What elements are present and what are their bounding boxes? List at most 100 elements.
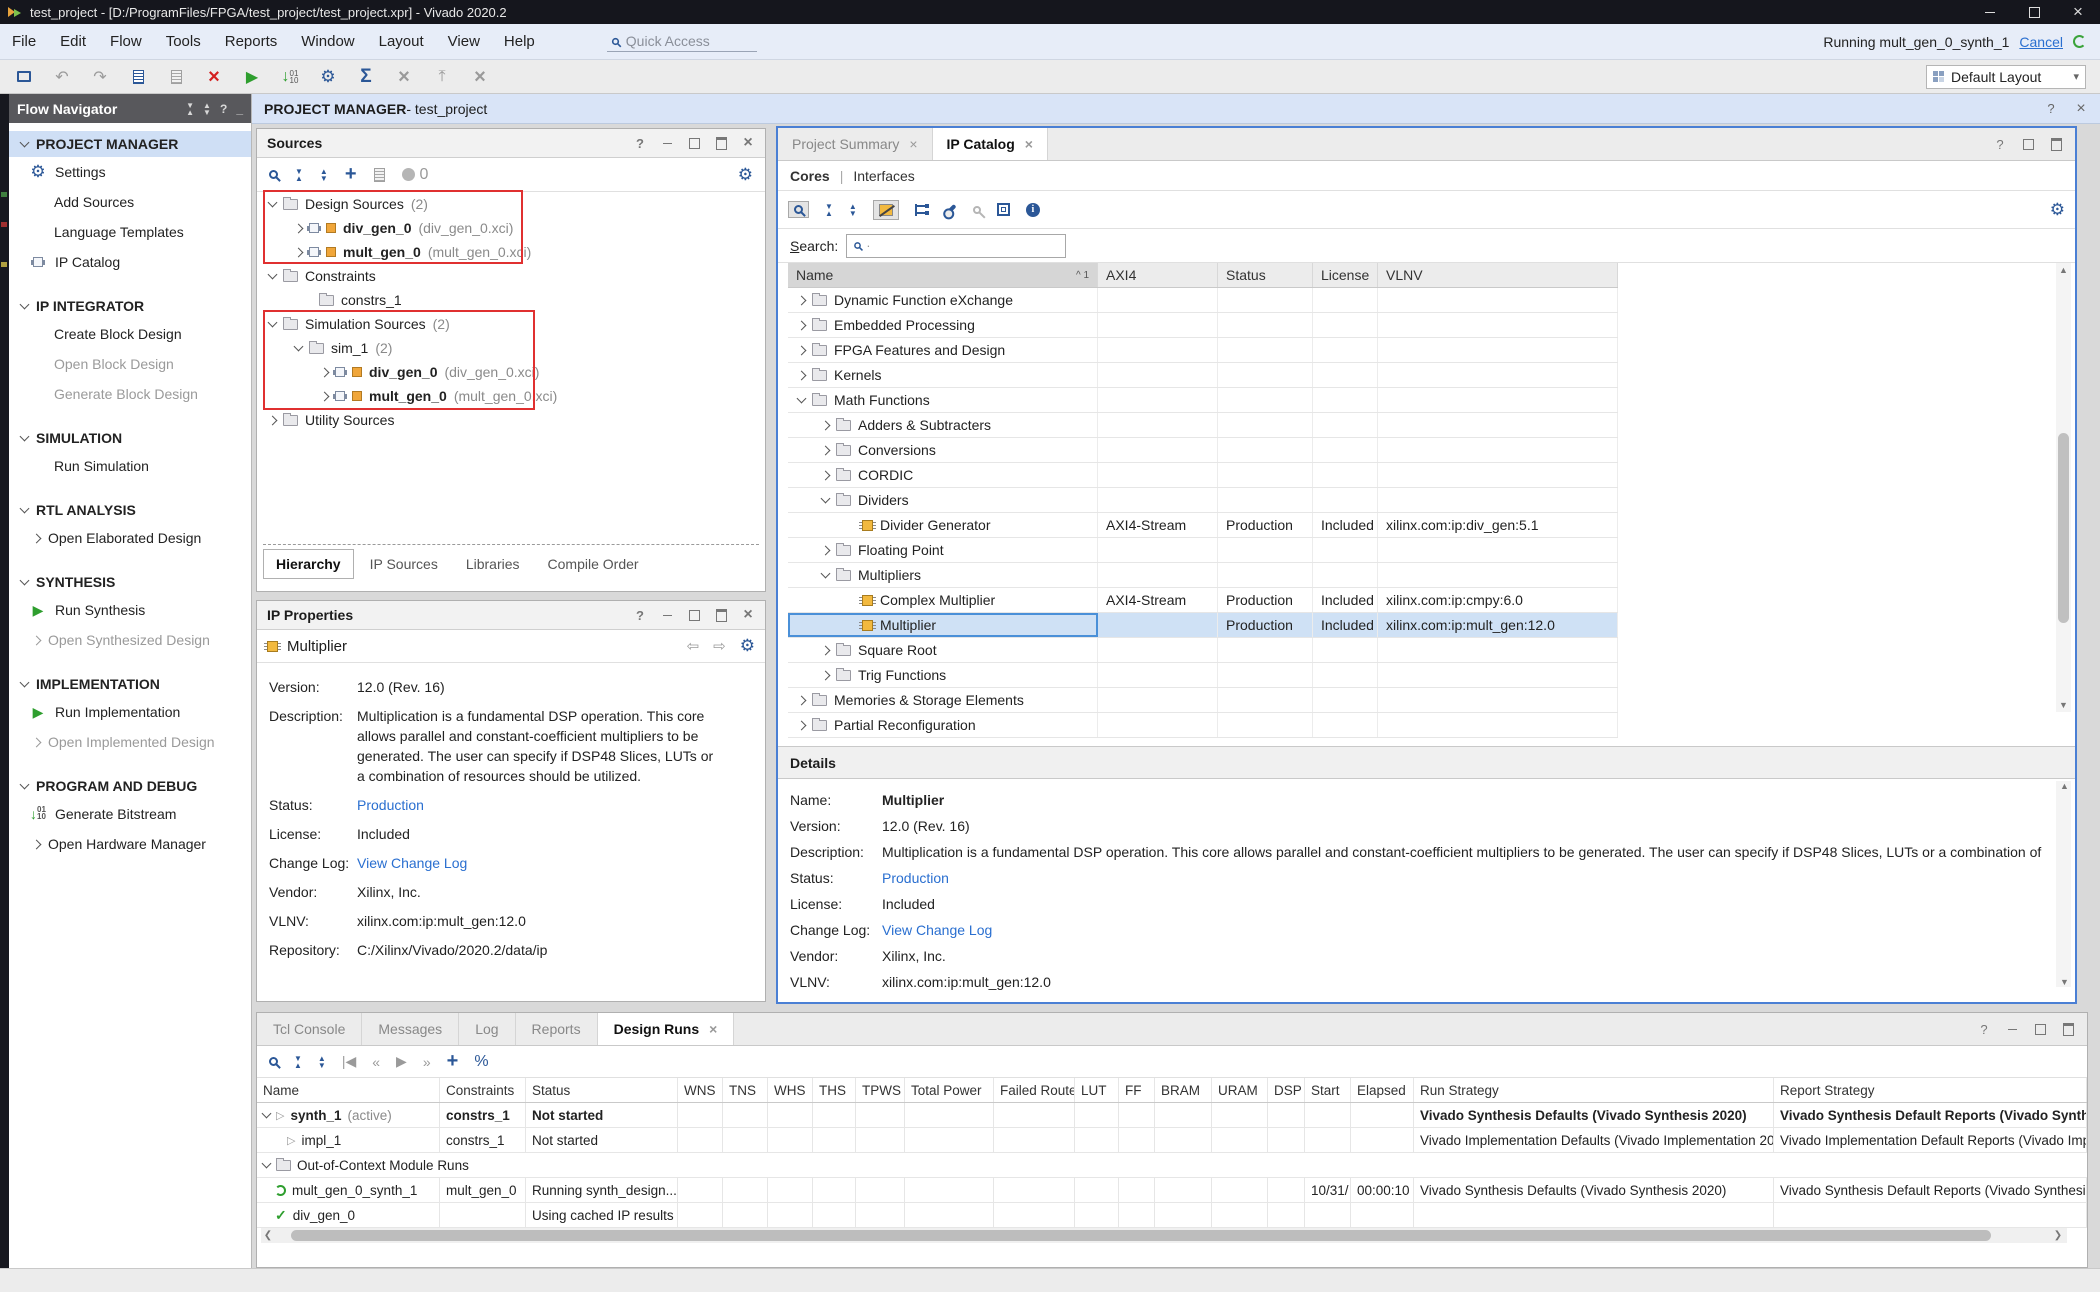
col-report-strategy[interactable]: Report Strategy: [1774, 1078, 2087, 1102]
catalog-row-memories[interactable]: Memories & Storage Elements: [788, 688, 1618, 713]
scroll-right-icon[interactable]: ❯: [2051, 1230, 2065, 1241]
maximize-icon[interactable]: [687, 136, 701, 150]
tab-reports[interactable]: Reports: [516, 1013, 598, 1045]
undo-button[interactable]: ↶: [50, 65, 74, 89]
float-icon[interactable]: [714, 608, 728, 622]
col-failed-routes[interactable]: Failed Routes: [994, 1078, 1075, 1102]
first-run-button[interactable]: |◀: [342, 1053, 356, 1070]
scrollbar-thumb[interactable]: [2058, 433, 2069, 623]
close-icon[interactable]: [2074, 102, 2088, 116]
settings-button[interactable]: ⚙: [316, 65, 340, 89]
col-run-strategy[interactable]: Run Strategy: [1414, 1078, 1774, 1102]
col-dsp[interactable]: DSP: [1268, 1078, 1305, 1102]
catalog-row-multipliers[interactable]: Multipliers: [788, 563, 1618, 588]
column-status[interactable]: Status: [1218, 263, 1313, 287]
collapse-all-button[interactable]: ▼▲: [825, 203, 833, 217]
subtab-interfaces[interactable]: Interfaces: [853, 168, 914, 184]
chevron-right-icon[interactable]: [797, 320, 807, 330]
help-icon[interactable]: [2044, 102, 2058, 116]
collapse-all-button[interactable]: ▼▲: [295, 168, 303, 182]
fn-item-add-sources[interactable]: Add Sources: [9, 187, 251, 217]
catalog-row-square-root[interactable]: Square Root: [788, 638, 1618, 663]
run-row-impl-1[interactable]: ▷impl_1 constrs_1 Not started Vivado Imp…: [257, 1128, 2087, 1153]
search-button[interactable]: [269, 1057, 278, 1066]
float-icon[interactable]: [2061, 1022, 2075, 1036]
fn-item-run-implementation[interactable]: ▶Run Implementation: [9, 697, 251, 727]
catalog-row-dfx[interactable]: Dynamic Function eXchange: [788, 288, 1618, 313]
fn-item-open-hardware-manager[interactable]: Open Hardware Manager: [9, 829, 251, 859]
col-elapsed[interactable]: Elapsed: [1351, 1078, 1414, 1102]
tab-libraries[interactable]: Libraries: [454, 550, 532, 578]
chevron-down-icon[interactable]: [268, 270, 278, 280]
fn-item-settings[interactable]: ⚙Settings: [9, 157, 251, 187]
catalog-row-cordic[interactable]: CORDIC: [788, 463, 1618, 488]
ip-search-input[interactable]: ·: [846, 234, 1066, 258]
report-button[interactable]: [126, 65, 150, 89]
menu-file[interactable]: File: [0, 29, 48, 54]
generate-bitstream-button[interactable]: ↓0110: [278, 65, 302, 89]
forward-arrow-icon[interactable]: ⇨: [713, 637, 726, 655]
close-button[interactable]: [2056, 0, 2100, 24]
col-total-power[interactable]: Total Power: [905, 1078, 994, 1102]
scrollbar-thumb[interactable]: [291, 1230, 1991, 1241]
catalog-row-fpga-features[interactable]: FPGA Features and Design: [788, 338, 1618, 363]
column-license[interactable]: License: [1313, 263, 1378, 287]
fn-item-run-synthesis[interactable]: ▶Run Synthesis: [9, 595, 251, 625]
close-icon[interactable]: [741, 608, 755, 622]
menu-flow[interactable]: Flow: [98, 29, 154, 54]
tab-hierarchy[interactable]: Hierarchy: [263, 549, 354, 579]
device-button[interactable]: [997, 203, 1010, 216]
chevron-right-icon[interactable]: [821, 670, 831, 680]
col-ff[interactable]: FF: [1119, 1078, 1155, 1102]
search-button[interactable]: [269, 170, 278, 179]
col-wns[interactable]: WNS: [678, 1078, 723, 1102]
tree-item-sim-mult-gen-0[interactable]: mult_gen_0(mult_gen_0.xci): [257, 384, 765, 408]
back-arrow-icon[interactable]: ⇦: [687, 637, 700, 655]
tab-design-runs[interactable]: Design Runs×: [598, 1013, 735, 1045]
scroll-up-icon[interactable]: ▲: [2060, 781, 2069, 791]
close-icon[interactable]: ×: [709, 1021, 717, 1037]
tab-log[interactable]: Log: [459, 1013, 515, 1045]
tree-item-design-sources[interactable]: Design Sources(2): [257, 192, 765, 216]
catalog-row-trig-functions[interactable]: Trig Functions: [788, 663, 1618, 688]
expand-all-button[interactable]: ▲▼: [320, 168, 328, 182]
maximize-icon[interactable]: [2021, 137, 2035, 151]
chevron-right-icon[interactable]: [320, 391, 330, 401]
fn-item-create-block-design[interactable]: Create Block Design: [9, 319, 251, 349]
catalog-row-divider-generator[interactable]: Divider GeneratorAXI4-StreamProductionIn…: [788, 513, 1618, 538]
fn-section-rtl-analysis[interactable]: RTL ANALYSIS: [9, 497, 251, 523]
disabled-x-button[interactable]: ×: [392, 65, 416, 89]
menu-help[interactable]: Help: [492, 29, 547, 54]
expand-all-button[interactable]: ▲▼: [849, 203, 857, 217]
license-key-button[interactable]: [973, 206, 981, 214]
col-bram[interactable]: BRAM: [1155, 1078, 1212, 1102]
menu-layout[interactable]: Layout: [367, 29, 436, 54]
collapse-all-button[interactable]: ▼▲: [294, 1055, 302, 1069]
fn-item-language-templates[interactable]: Language Templates: [9, 217, 251, 247]
vertical-scrollbar[interactable]: ▲ ▼: [2056, 263, 2071, 712]
tab-ip-sources[interactable]: IP Sources: [358, 550, 450, 578]
expand-all-icon[interactable]: ▲▼: [203, 102, 211, 116]
expand-all-button[interactable]: ▲▼: [318, 1055, 326, 1069]
chevron-down-icon[interactable]: [268, 318, 278, 328]
filter-ip-button[interactable]: [873, 200, 899, 220]
tree-item-utility-sources[interactable]: Utility Sources: [257, 408, 765, 432]
stop-button[interactable]: ×: [202, 65, 226, 89]
info-button[interactable]: i: [1026, 203, 1040, 217]
maximize-button[interactable]: [2012, 0, 2056, 24]
add-sources-button[interactable]: +: [345, 163, 357, 186]
scroll-left-icon[interactable]: ❮: [261, 1230, 275, 1241]
catalog-row-floating-point[interactable]: Floating Point: [788, 538, 1618, 563]
col-name[interactable]: Name: [257, 1078, 440, 1102]
chevron-right-icon[interactable]: [821, 445, 831, 455]
change-log-link[interactable]: View Change Log: [882, 921, 2045, 940]
chevron-down-icon[interactable]: [821, 494, 831, 504]
status-link[interactable]: Production: [882, 869, 2045, 888]
col-ths[interactable]: THS: [813, 1078, 856, 1102]
help-icon[interactable]: [1977, 1022, 1991, 1036]
catalog-row-dividers[interactable]: Dividers: [788, 488, 1618, 513]
tree-item-sim-1[interactable]: sim_1(2): [257, 336, 765, 360]
fn-item-open-block-design[interactable]: Open Block Design: [9, 349, 251, 379]
help-icon[interactable]: [633, 136, 647, 150]
float-icon[interactable]: [714, 136, 728, 150]
